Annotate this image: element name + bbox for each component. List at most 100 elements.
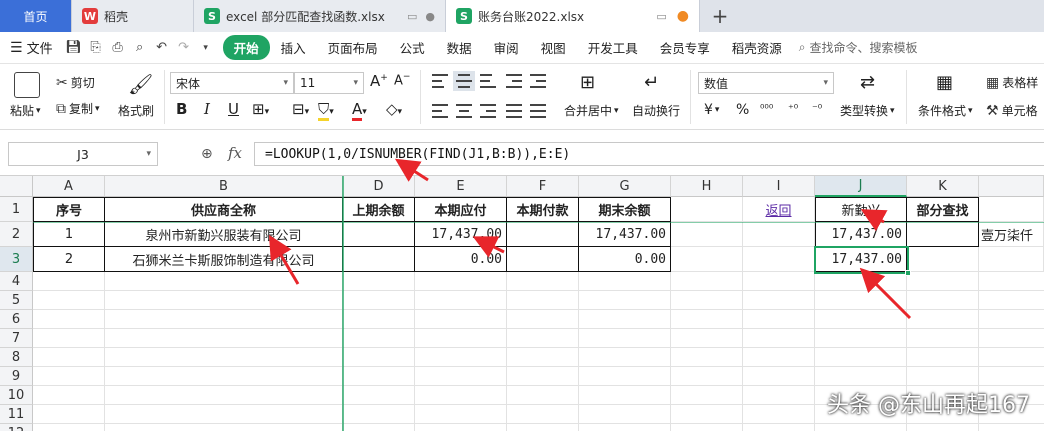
wrap-text-button[interactable]: 自动换行	[632, 102, 680, 119]
command-search[interactable]: ⌕ 查找命令、搜索模板	[799, 39, 918, 56]
justify-icon[interactable]	[506, 104, 522, 118]
menu-page-layout[interactable]: 页面布局	[317, 38, 389, 57]
cell-j2[interactable]: 17,437.00	[815, 222, 907, 247]
cell-g1[interactable]: 期末余额	[579, 197, 671, 222]
align-center-icon[interactable]	[456, 104, 472, 118]
col-header-b[interactable]: B	[105, 176, 343, 197]
cell-f2[interactable]	[507, 222, 579, 247]
format-painter-icon[interactable]: 🖌︎	[128, 72, 153, 96]
cell-h3[interactable]	[671, 247, 743, 272]
underline-icon[interactable]: U	[228, 100, 239, 118]
menu-review[interactable]: 审阅	[483, 38, 530, 57]
name-box[interactable]: J3 ▾	[8, 142, 158, 166]
conditional-format-icon[interactable]: ▦	[936, 72, 953, 93]
align-left-icon[interactable]	[432, 104, 448, 118]
tab-file-ledger[interactable]: S 账务台账2022.xlsx ▭ ●	[446, 0, 700, 32]
cell-i1[interactable]: 返回	[743, 197, 815, 222]
cell-j1[interactable]: 新勤兴	[815, 197, 907, 222]
italic-icon[interactable]: I	[204, 100, 210, 118]
cell-k3[interactable]	[907, 247, 979, 272]
cell-e2[interactable]: 17,437.00	[415, 222, 507, 247]
col-header-k[interactable]: K	[907, 176, 979, 197]
increase-font-icon[interactable]: A+	[370, 72, 388, 90]
row-header-12[interactable]: 12	[0, 424, 33, 431]
row-header-2[interactable]: 2	[0, 222, 33, 247]
col-header-e[interactable]: E	[415, 176, 507, 197]
copy-button[interactable]: ⧉ 复制 ▾	[56, 100, 100, 117]
monitor-icon[interactable]: ▭	[407, 10, 417, 23]
cell-d2[interactable]	[343, 222, 415, 247]
row-header-4[interactable]: 4	[0, 272, 33, 291]
decrease-indent-icon[interactable]	[506, 74, 522, 88]
table-style-button[interactable]: ▦ 表格样	[986, 74, 1038, 91]
export-icon[interactable]: ⎘	[85, 40, 107, 55]
row-header-1[interactable]: 1	[0, 197, 33, 222]
font-size-select[interactable]: 11 ▾	[294, 72, 364, 94]
cell-k2[interactable]	[907, 222, 979, 247]
zoom-formula-icon[interactable]: ⊕	[201, 146, 213, 162]
cell-g3[interactable]: 0.00	[579, 247, 671, 272]
cell-i3[interactable]	[743, 247, 815, 272]
monitor-icon[interactable]: ▭	[656, 10, 666, 23]
clear-format-icon[interactable]: ◇▾	[386, 100, 402, 118]
col-header-f[interactable]: F	[507, 176, 579, 197]
merge-icon[interactable]: ⊞	[580, 72, 595, 93]
chevron-down-icon[interactable]: ▾	[195, 43, 217, 53]
cell-d1[interactable]: 上期余额	[343, 197, 415, 222]
cell-e3[interactable]: 0.00	[415, 247, 507, 272]
return-link[interactable]: 返回	[765, 200, 791, 219]
decrease-decimal-icon[interactable]: ⁻⁰	[812, 102, 822, 115]
cell-h2[interactable]	[671, 222, 743, 247]
currency-button[interactable]: ¥ ▾	[704, 102, 719, 118]
col-header-i[interactable]: I	[743, 176, 815, 197]
print-preview-icon[interactable]: ⌕	[129, 40, 151, 55]
thousands-sep-icon[interactable]: ⁰⁰⁰	[760, 102, 773, 115]
paste-icon[interactable]	[14, 72, 40, 98]
fill-handle[interactable]	[905, 270, 911, 276]
col-header-j[interactable]: J	[815, 176, 907, 197]
menu-developer[interactable]: 开发工具	[577, 38, 649, 57]
align-middle-icon[interactable]	[453, 71, 475, 91]
conditional-format-button[interactable]: 条件格式 ▾	[918, 102, 973, 119]
percent-button[interactable]: %	[736, 102, 749, 118]
col-header-h[interactable]: H	[671, 176, 743, 197]
file-menu[interactable]: ☰ 文件	[10, 38, 53, 58]
distributed-icon[interactable]	[530, 104, 546, 118]
tab-home[interactable]: 首页	[0, 0, 72, 32]
menu-insert[interactable]: 插入	[270, 38, 317, 57]
cell-l2[interactable]: 壹万柒仟	[979, 222, 1044, 247]
decrease-font-icon[interactable]: A−	[394, 72, 410, 88]
fill-color-icon[interactable]: ⛉▾	[318, 100, 334, 121]
menu-member[interactable]: 会员专享	[649, 38, 721, 57]
row-header-6[interactable]: 6	[0, 310, 33, 329]
wrap-text-icon[interactable]: ↵	[644, 72, 659, 93]
type-convert-icon[interactable]: ⇄	[860, 72, 875, 93]
type-convert-button[interactable]: 类型转换 ▾	[840, 102, 895, 119]
cell-a3[interactable]: 2	[33, 247, 105, 272]
print-icon[interactable]: ⎙	[107, 40, 129, 55]
col-header-l[interactable]	[979, 176, 1044, 197]
cell-b1[interactable]: 供应商全称	[105, 197, 343, 222]
cell-l1[interactable]	[979, 197, 1044, 222]
font-name-select[interactable]: 宋体 ▾	[170, 72, 294, 94]
align-bottom-icon[interactable]	[480, 74, 496, 88]
increase-indent-icon[interactable]	[530, 74, 546, 88]
cell-a1[interactable]: 序号	[33, 197, 105, 222]
tab-file-excel-partial-match[interactable]: S excel 部分匹配查找函数.xlsx ▭ ●	[194, 0, 446, 32]
row-header-3[interactable]: 3	[0, 247, 33, 272]
select-all-corner[interactable]	[0, 176, 33, 197]
row-header-11[interactable]: 11	[0, 405, 33, 424]
cell-f3[interactable]	[507, 247, 579, 272]
menu-view[interactable]: 视图	[530, 38, 577, 57]
row-header-5[interactable]: 5	[0, 291, 33, 310]
cell-i2[interactable]	[743, 222, 815, 247]
align-top-icon[interactable]	[432, 74, 448, 88]
increase-decimal-icon[interactable]: ⁺⁰	[788, 102, 798, 115]
row-header-9[interactable]: 9	[0, 367, 33, 386]
cell-style-button[interactable]: ⚒ 单元格	[986, 102, 1038, 119]
font-color-icon[interactable]: A▾	[352, 100, 367, 121]
cell-k1[interactable]: 部分查找	[907, 197, 979, 222]
cell-h1[interactable]	[671, 197, 743, 222]
number-format-select[interactable]: 数值 ▾	[698, 72, 834, 94]
cell-f1[interactable]: 本期付款	[507, 197, 579, 222]
